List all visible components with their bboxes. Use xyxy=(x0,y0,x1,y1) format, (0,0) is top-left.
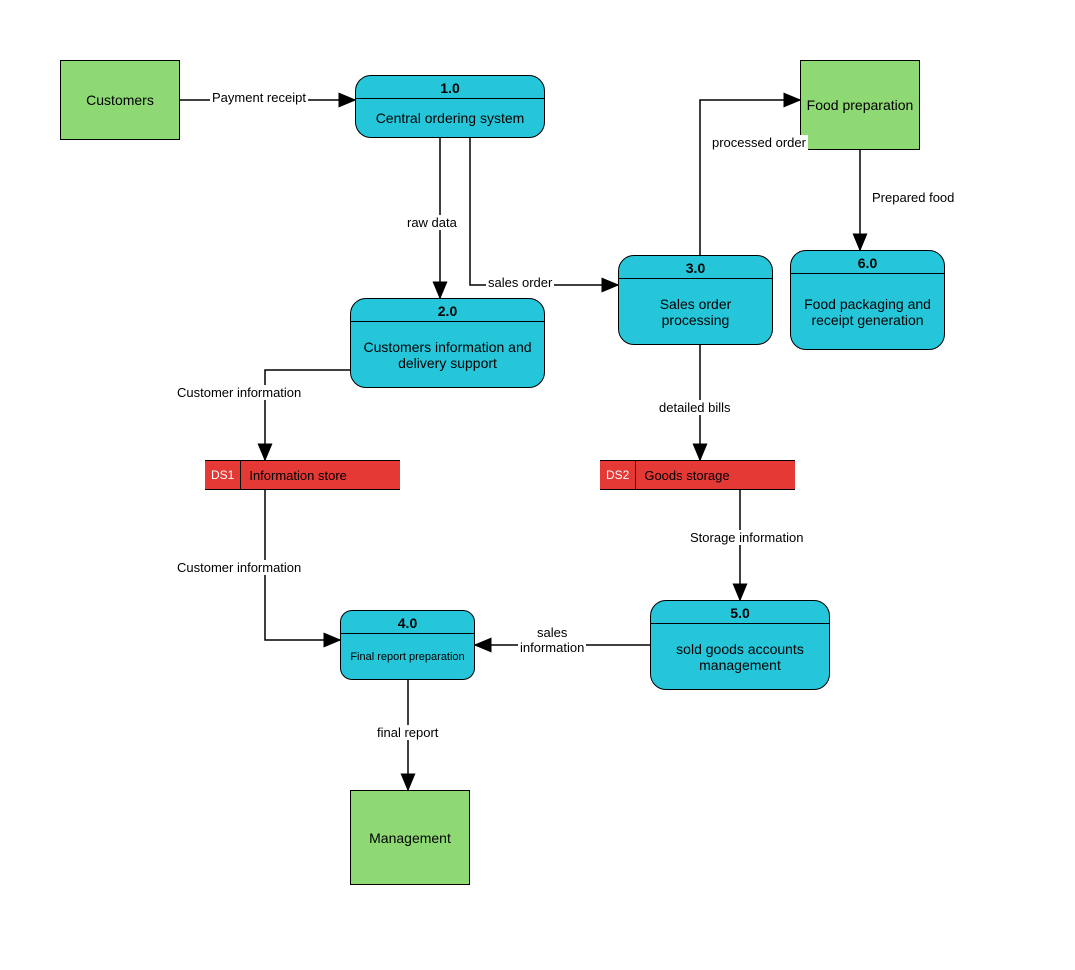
entity-label: Food preparation xyxy=(807,97,914,113)
flow-label: Prepared food xyxy=(870,190,956,205)
flow-label: Storage information xyxy=(688,530,805,545)
entity-management: Management xyxy=(350,790,470,885)
process-name: Final report preparation xyxy=(341,634,474,679)
process-name: Food packaging and receipt generation xyxy=(791,274,944,349)
process-3: 3.0 Sales order processing xyxy=(618,255,773,345)
datastore-id: DS2 xyxy=(600,461,636,489)
process-number: 2.0 xyxy=(351,299,544,322)
flow-label: sales order xyxy=(486,275,554,290)
datastore-ds2: DS2 Goods storage xyxy=(600,460,795,490)
process-4: 4.0 Final report preparation xyxy=(340,610,475,680)
process-name: Customers information and delivery suppo… xyxy=(351,322,544,387)
flow-label: Payment receipt xyxy=(210,90,308,105)
flow-label: final report xyxy=(375,725,440,740)
process-name: sold goods accounts management xyxy=(651,624,829,689)
datastore-id: DS1 xyxy=(205,461,241,489)
process-6: 6.0 Food packaging and receipt generatio… xyxy=(790,250,945,350)
process-name: Sales order processing xyxy=(619,279,772,344)
process-5: 5.0 sold goods accounts management xyxy=(650,600,830,690)
process-number: 5.0 xyxy=(651,601,829,624)
entity-food-preparation: Food preparation xyxy=(800,60,920,150)
entity-label: Customers xyxy=(86,92,154,108)
dfd-diagram: Customers Food preparation Management 1.… xyxy=(0,0,1075,970)
process-number: 3.0 xyxy=(619,256,772,279)
process-number: 6.0 xyxy=(791,251,944,274)
flow-label: detailed bills xyxy=(657,400,733,415)
flow-text: salesinformation xyxy=(520,625,584,655)
flow-label: raw data xyxy=(405,215,459,230)
flow-label: salesinformation xyxy=(518,625,586,655)
process-2: 2.0 Customers information and delivery s… xyxy=(350,298,545,388)
datastore-ds1: DS1 Information store xyxy=(205,460,400,490)
datastore-name: Information store xyxy=(241,461,355,489)
entity-label: Management xyxy=(369,830,451,846)
flow-label: processed order xyxy=(710,135,808,150)
process-number: 1.0 xyxy=(356,76,544,99)
entity-customers: Customers xyxy=(60,60,180,140)
process-number: 4.0 xyxy=(341,611,474,634)
flow-label: Customer information xyxy=(175,385,303,400)
datastore-name: Goods storage xyxy=(636,461,737,489)
flow-label: Customer information xyxy=(175,560,303,575)
process-name: Central ordering system xyxy=(356,99,544,137)
process-1: 1.0 Central ordering system xyxy=(355,75,545,138)
